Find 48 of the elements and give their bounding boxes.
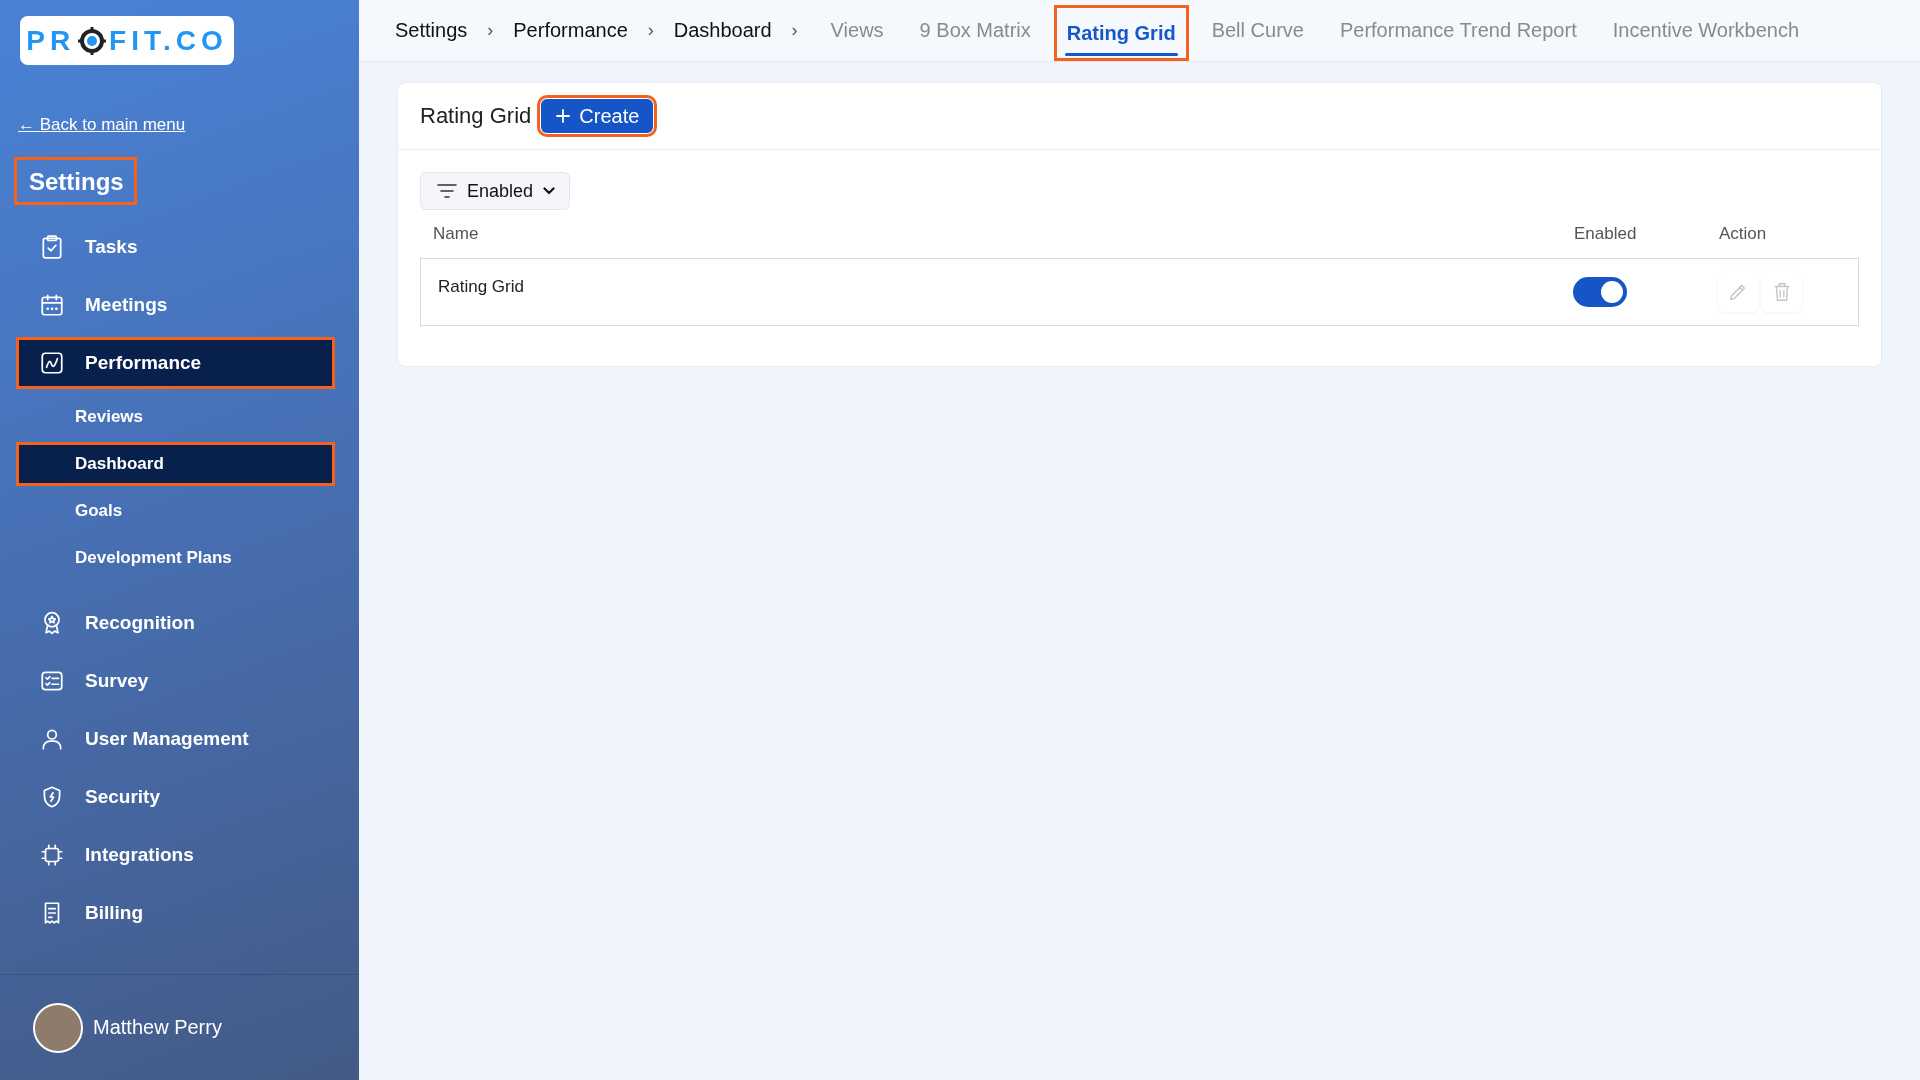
tab[interactable]: 9 Box Matrix — [906, 0, 1044, 61]
sidebar-item[interactable]: Meetings — [16, 279, 335, 331]
sidebar-item[interactable]: Billing — [16, 887, 335, 939]
card-title: Rating Grid — [420, 103, 532, 129]
sidebar-item[interactable]: Security — [16, 771, 335, 823]
tab[interactable]: Performance Trend Report — [1326, 0, 1590, 61]
filter-icon — [437, 183, 457, 199]
sidebar-item[interactable]: User Management — [16, 713, 335, 765]
chip-icon — [39, 842, 65, 868]
breadcrumb-separator: › — [487, 19, 494, 42]
tab[interactable]: Incentive Workbench — [1599, 0, 1813, 61]
logo-text: FIT.CO — [109, 24, 228, 57]
breadcrumb-separator: › — [647, 19, 654, 42]
breadcrumb-separator: › — [791, 19, 798, 42]
table-cell-text: Rating Grid — [437, 277, 525, 297]
breadcrumb-link[interactable]: Dashboard — [673, 0, 772, 61]
back-link[interactable]: ← Back to main menu — [18, 115, 186, 135]
tab[interactable]: Views — [817, 0, 897, 61]
chevron-down-icon — [543, 187, 556, 195]
delete-button[interactable] — [1762, 272, 1802, 312]
checklist-icon — [39, 668, 65, 694]
sidebar-subitem[interactable]: Development Plans — [16, 536, 335, 580]
clipboard-check-icon — [39, 234, 65, 260]
column-header: Action — [1719, 224, 1768, 244]
sidebar-item[interactable]: Performance — [16, 337, 335, 389]
breadcrumb-link[interactable]: Settings — [395, 0, 468, 61]
sidebar-subitem[interactable]: Reviews — [16, 395, 335, 439]
tab[interactable]: Bell Curve — [1198, 0, 1317, 61]
sidebar-item[interactable]: Survey — [16, 655, 335, 707]
tab[interactable]: Rating Grid — [1053, 5, 1189, 61]
calendar-icon — [39, 292, 65, 318]
logo-text: PR — [26, 24, 76, 57]
avatar — [33, 1002, 83, 1053]
column-header: Enabled — [1574, 224, 1638, 244]
sidebar-item[interactable]: Recognition — [16, 597, 335, 649]
toggle-switch[interactable] — [1573, 277, 1627, 307]
sidebar-subitem[interactable]: Dashboard — [16, 442, 335, 486]
sidebar-item[interactable]: Integrations — [16, 829, 335, 881]
edit-button[interactable] — [1718, 272, 1758, 312]
sidebar-subitem[interactable]: Goals — [16, 489, 335, 533]
filter-dropdown[interactable]: Enabled — [420, 172, 571, 210]
column-header: Name — [432, 224, 480, 244]
plus-icon — [555, 108, 572, 124]
target-icon — [77, 25, 108, 56]
settings-title: Settings — [14, 157, 137, 205]
breadcrumb-link[interactable]: Performance — [513, 0, 628, 61]
sidebar-item[interactable]: Tasks — [16, 221, 335, 273]
user-name: Matthew Perry — [93, 1016, 222, 1039]
